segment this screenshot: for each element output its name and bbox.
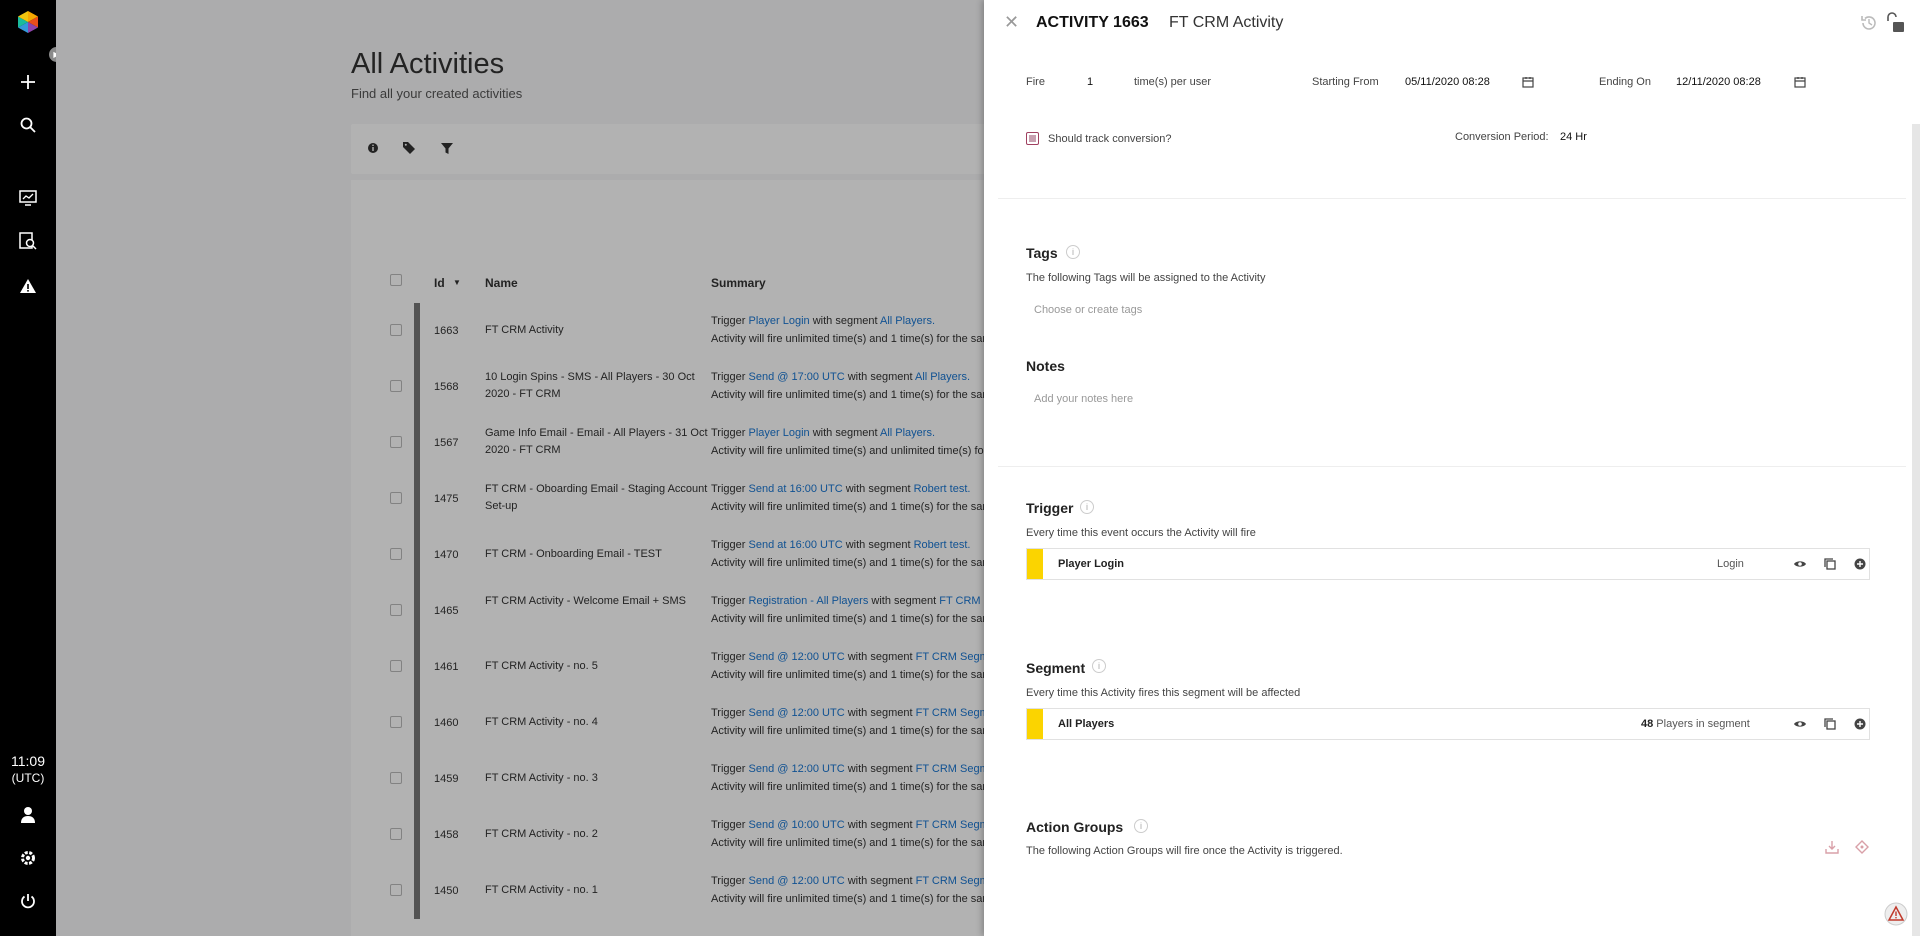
starting-from-label: Starting From [1312, 76, 1379, 88]
fire-count-input[interactable]: 1 [1087, 76, 1093, 88]
tags-title: Tags [1026, 245, 1058, 261]
action-groups-desc: The following Action Groups will fire on… [1026, 845, 1343, 857]
info-icon[interactable]: i [1092, 659, 1106, 673]
copy-icon[interactable] [1823, 717, 1837, 731]
info-icon[interactable]: i [1134, 819, 1148, 833]
segment-card[interactable]: All Players 48 Players in segment [1026, 708, 1870, 740]
conversion-period-label: Conversion Period: [1455, 131, 1549, 143]
user-icon[interactable] [16, 803, 40, 827]
add-icon[interactable] [16, 70, 40, 94]
trigger-desc: Every time this event occurs the Activit… [1026, 527, 1256, 539]
activity-name: FT CRM Activity [1169, 14, 1284, 31]
clock-time: 11:09 [11, 753, 45, 769]
divider [998, 466, 1906, 467]
track-conversion-checkbox[interactable] [1026, 132, 1039, 145]
tags-desc: The following Tags will be assigned to t… [1026, 272, 1266, 284]
divider [998, 198, 1906, 199]
fire-unit: time(s) per user [1134, 76, 1212, 88]
segment-count: 48 Players in segment [1641, 718, 1750, 730]
notes-title: Notes [1026, 358, 1065, 374]
starting-from-input[interactable]: 05/11/2020 08:28 [1405, 76, 1490, 88]
trigger-card[interactable]: Player Login Login [1026, 548, 1870, 580]
unlock-icon[interactable] [1884, 12, 1906, 34]
info-icon[interactable]: i [1080, 500, 1094, 514]
search-icon[interactable] [16, 113, 40, 137]
conversion-period-value[interactable]: 24 Hr [1560, 131, 1587, 143]
segment-desc: Every time this Activity fires this segm… [1026, 687, 1301, 699]
segment-count-number: 48 [1641, 718, 1654, 730]
alert-icon[interactable] [16, 274, 40, 298]
ending-on-label: Ending On [1599, 76, 1651, 88]
activity-label: ACTIVITY 1663 [1036, 14, 1149, 31]
left-rail: ▶ 11:09 (UTC) [0, 0, 64, 936]
warning-badge-icon[interactable] [1884, 902, 1908, 926]
trigger-title: Trigger [1026, 500, 1074, 516]
notes-textarea[interactable]: Add your notes here [1034, 393, 1133, 405]
trigger-name: Player Login [1058, 558, 1125, 570]
tags-input[interactable]: Choose or create tags [1034, 304, 1142, 316]
close-icon[interactable]: ✕ [1004, 12, 1019, 33]
trigger-type: Login [1717, 558, 1744, 570]
segment-title: Segment [1026, 660, 1086, 676]
report-search-icon[interactable] [16, 229, 40, 253]
clock-timezone: (UTC) [11, 771, 45, 785]
info-icon[interactable]: i [1066, 245, 1080, 259]
action-groups-title: Action Groups [1026, 819, 1124, 835]
copy-icon[interactable] [1823, 557, 1837, 571]
eye-icon[interactable] [1793, 717, 1807, 731]
card-accent [1027, 549, 1043, 579]
eye-icon[interactable] [1793, 557, 1807, 571]
fire-label: Fire [1026, 76, 1045, 88]
workflow-icon[interactable] [1854, 839, 1870, 855]
drawer-scrollbar[interactable] [1912, 124, 1920, 936]
modal-overlay[interactable] [56, 0, 984, 936]
clock: 11:09 (UTC) [0, 753, 56, 787]
dashboard-icon[interactable] [16, 186, 40, 210]
history-icon[interactable] [1860, 14, 1878, 32]
logo-icon[interactable] [16, 10, 40, 34]
drawer-header: ✕ ACTIVITY 1663 FT CRM Activity [984, 0, 1920, 46]
card-accent [1027, 709, 1043, 739]
calendar-icon[interactable] [1522, 76, 1534, 88]
import-icon[interactable] [1824, 839, 1840, 855]
calendar-icon[interactable] [1794, 76, 1806, 88]
activity-drawer: ✕ ACTIVITY 1663 FT CRM Activity Fire 1 t… [984, 0, 1920, 936]
segment-name: All Players [1058, 718, 1115, 730]
gear-icon[interactable] [16, 846, 40, 870]
ending-on-input[interactable]: 12/11/2020 08:28 [1676, 76, 1761, 88]
add-circle-icon[interactable] [1853, 717, 1867, 731]
segment-count-label: Players in segment [1653, 718, 1750, 730]
track-conversion-label: Should track conversion? [1048, 133, 1172, 145]
add-circle-icon[interactable] [1853, 557, 1867, 571]
power-icon[interactable] [16, 889, 40, 913]
